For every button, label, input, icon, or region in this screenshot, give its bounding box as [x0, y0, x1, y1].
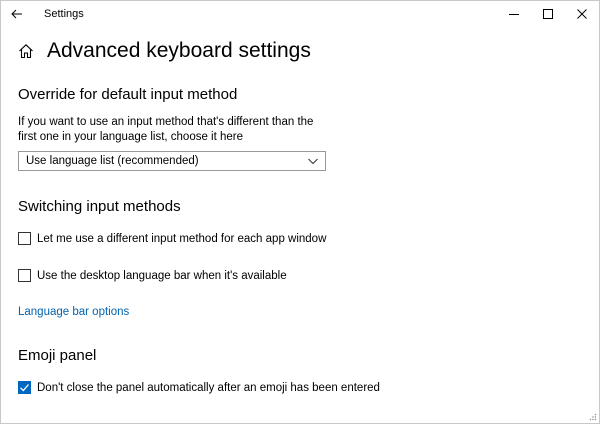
maximize-icon: [543, 9, 553, 19]
app-title: Settings: [44, 8, 84, 20]
back-arrow-icon: [11, 9, 22, 19]
back-button[interactable]: [1, 1, 33, 27]
resize-grip-icon[interactable]: [589, 413, 597, 421]
settings-window: Settings Advanced keyboard settings Over…: [0, 0, 600, 424]
page-header: Advanced keyboard settings: [15, 39, 311, 63]
language-bar-options-link[interactable]: Language bar options: [18, 306, 129, 318]
close-button[interactable]: [565, 1, 599, 27]
home-button[interactable]: [15, 40, 37, 62]
chevron-down-icon: [308, 158, 318, 165]
emoji-heading: Emoji panel: [18, 347, 97, 364]
maximize-button[interactable]: [531, 1, 565, 27]
window-controls: [497, 1, 599, 27]
switching-heading: Switching input methods: [18, 198, 181, 215]
override-description: If you want to use an input method that'…: [18, 116, 314, 143]
checkbox-label: Don't close the panel automatically afte…: [37, 381, 380, 394]
checkbox-desktop-language-bar[interactable]: Use the desktop language bar when it's a…: [18, 269, 287, 282]
page-title: Advanced keyboard settings: [47, 39, 311, 62]
checkmark-icon: [20, 384, 29, 392]
checkbox-per-app-input[interactable]: Let me use a different input method for …: [18, 232, 326, 245]
checkbox-box[interactable]: [18, 269, 31, 282]
minimize-button[interactable]: [497, 1, 531, 27]
checkbox-label: Let me use a different input method for …: [37, 232, 327, 245]
input-method-dropdown[interactable]: Use language list (recommended): [18, 151, 326, 171]
checkbox-box[interactable]: [18, 381, 31, 394]
checkbox-label: Use the desktop language bar when it's a…: [37, 269, 287, 282]
override-heading: Override for default input method: [18, 86, 238, 103]
title-bar: Settings: [1, 1, 599, 29]
checkbox-emoji-panel[interactable]: Don't close the panel automatically afte…: [18, 381, 380, 394]
minimize-icon: [509, 14, 519, 15]
checkbox-box[interactable]: [18, 232, 31, 245]
close-icon: [577, 9, 587, 19]
home-icon: [19, 44, 33, 59]
dropdown-value: Use language list (recommended): [26, 155, 199, 167]
